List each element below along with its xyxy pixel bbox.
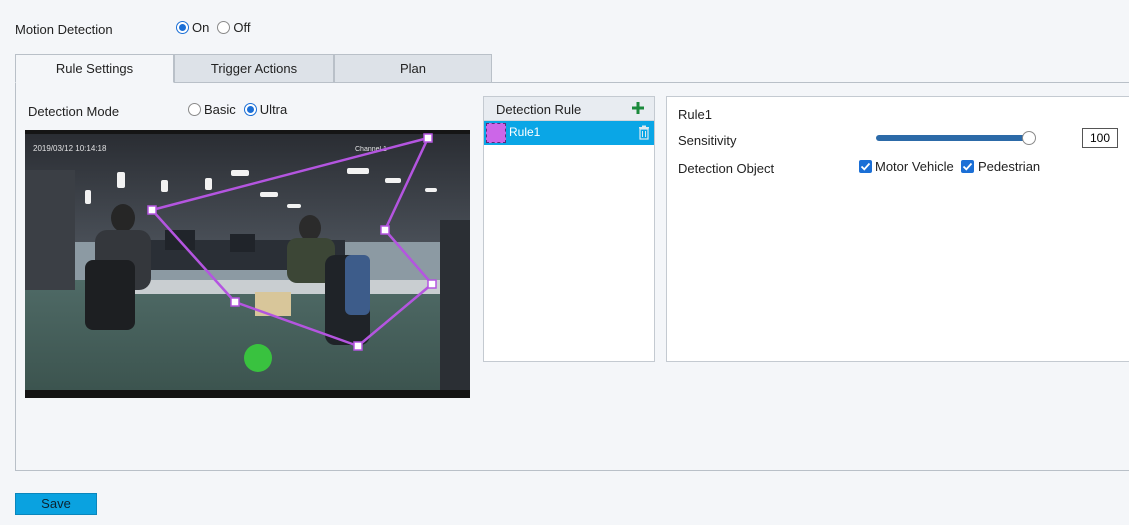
tab-rule-settings[interactable]: Rule Settings	[15, 54, 174, 83]
sensitivity-slider-handle[interactable]	[1022, 131, 1036, 145]
tab-plan[interactable]: Plan	[334, 54, 492, 83]
list-item[interactable]: Rule1	[484, 121, 654, 145]
detection-rule-header-label: Detection Rule	[496, 102, 582, 117]
detection-mode-ultra-radio[interactable]	[243, 103, 257, 116]
detection-rule-list: Detection Rule Rule1	[483, 96, 655, 362]
svg-text:2019/03/12 10:14:18: 2019/03/12 10:14:18	[33, 144, 107, 153]
motion-detection-label: Motion Detection	[15, 22, 113, 37]
detection-object-label: Detection Object	[678, 161, 775, 176]
motor-vehicle-label[interactable]: Motor Vehicle	[875, 159, 954, 174]
checkmark-icon	[962, 162, 973, 171]
rule-item-label: Rule1	[509, 125, 541, 139]
motion-detection-on-radio[interactable]	[176, 21, 189, 34]
plus-icon[interactable]	[630, 99, 646, 117]
motion-detection-on-label[interactable]: On	[192, 20, 209, 35]
detection-rule-header: Detection Rule	[484, 97, 654, 121]
motion-detection-radio-group: On Off	[174, 20, 253, 35]
rule-color-swatch	[486, 123, 506, 143]
detection-mode-basic-radio[interactable]	[188, 103, 201, 116]
motion-detection-off-label[interactable]: Off	[233, 20, 250, 35]
pedestrian-label[interactable]: Pedestrian	[978, 159, 1040, 174]
trash-icon[interactable]	[638, 125, 650, 140]
save-button[interactable]: Save	[15, 493, 97, 515]
detection-mode-basic-label[interactable]: Basic	[204, 102, 236, 117]
tab-trigger-actions[interactable]: Trigger Actions	[174, 54, 334, 83]
detection-mode-label: Detection Mode	[28, 104, 120, 119]
video-frame: 2019/03/12 10:14:18 Channel 1	[25, 130, 470, 398]
detection-mode-ultra-label[interactable]: Ultra	[260, 102, 287, 117]
pedestrian-checkbox[interactable]	[961, 160, 974, 173]
sensitivity-slider[interactable]	[876, 135, 1030, 141]
sensitivity-label: Sensitivity	[678, 133, 737, 148]
sensitivity-input[interactable]	[1082, 128, 1118, 148]
video-preview[interactable]: 2019/03/12 10:14:18 Channel 1	[25, 130, 470, 398]
motor-vehicle-checkbox[interactable]	[859, 160, 872, 173]
detection-mode-radio-group: Basic Ultra	[186, 102, 290, 117]
rule-name-label: Rule1	[678, 107, 712, 122]
checkmark-icon	[860, 162, 871, 171]
motion-detection-off-radio[interactable]	[217, 21, 231, 34]
